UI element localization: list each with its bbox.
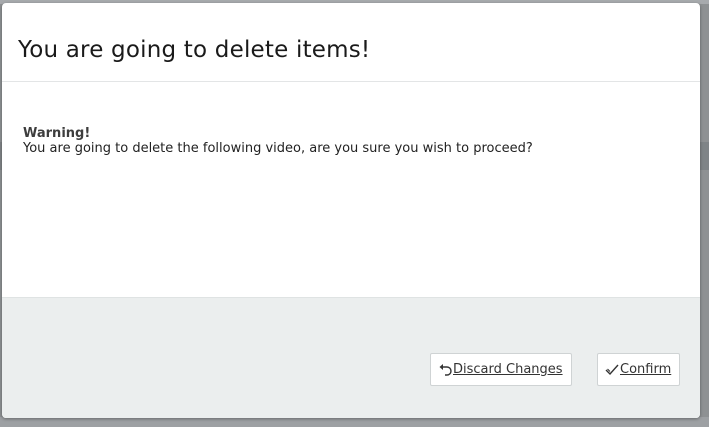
confirm-label: Confirm <box>620 362 672 377</box>
delete-confirm-dialog: You are going to delete items! Warning! … <box>2 3 700 418</box>
backdrop-bottom-bar <box>0 417 709 427</box>
dialog-footer: Discard Changes Confirm <box>2 297 700 418</box>
discard-changes-button[interactable]: Discard Changes <box>430 353 572 386</box>
confirm-button[interactable]: Confirm <box>597 353 680 386</box>
warning-heading: Warning! <box>23 126 91 141</box>
undo-icon <box>437 362 453 378</box>
discard-changes-label: Discard Changes <box>453 362 563 377</box>
dialog-body: Warning! You are going to delete the fol… <box>2 82 700 298</box>
dialog-header: You are going to delete items! <box>2 3 700 82</box>
warning-message: You are going to delete the following vi… <box>23 141 533 156</box>
dialog-title: You are going to delete items! <box>18 37 371 63</box>
check-icon <box>604 362 620 378</box>
